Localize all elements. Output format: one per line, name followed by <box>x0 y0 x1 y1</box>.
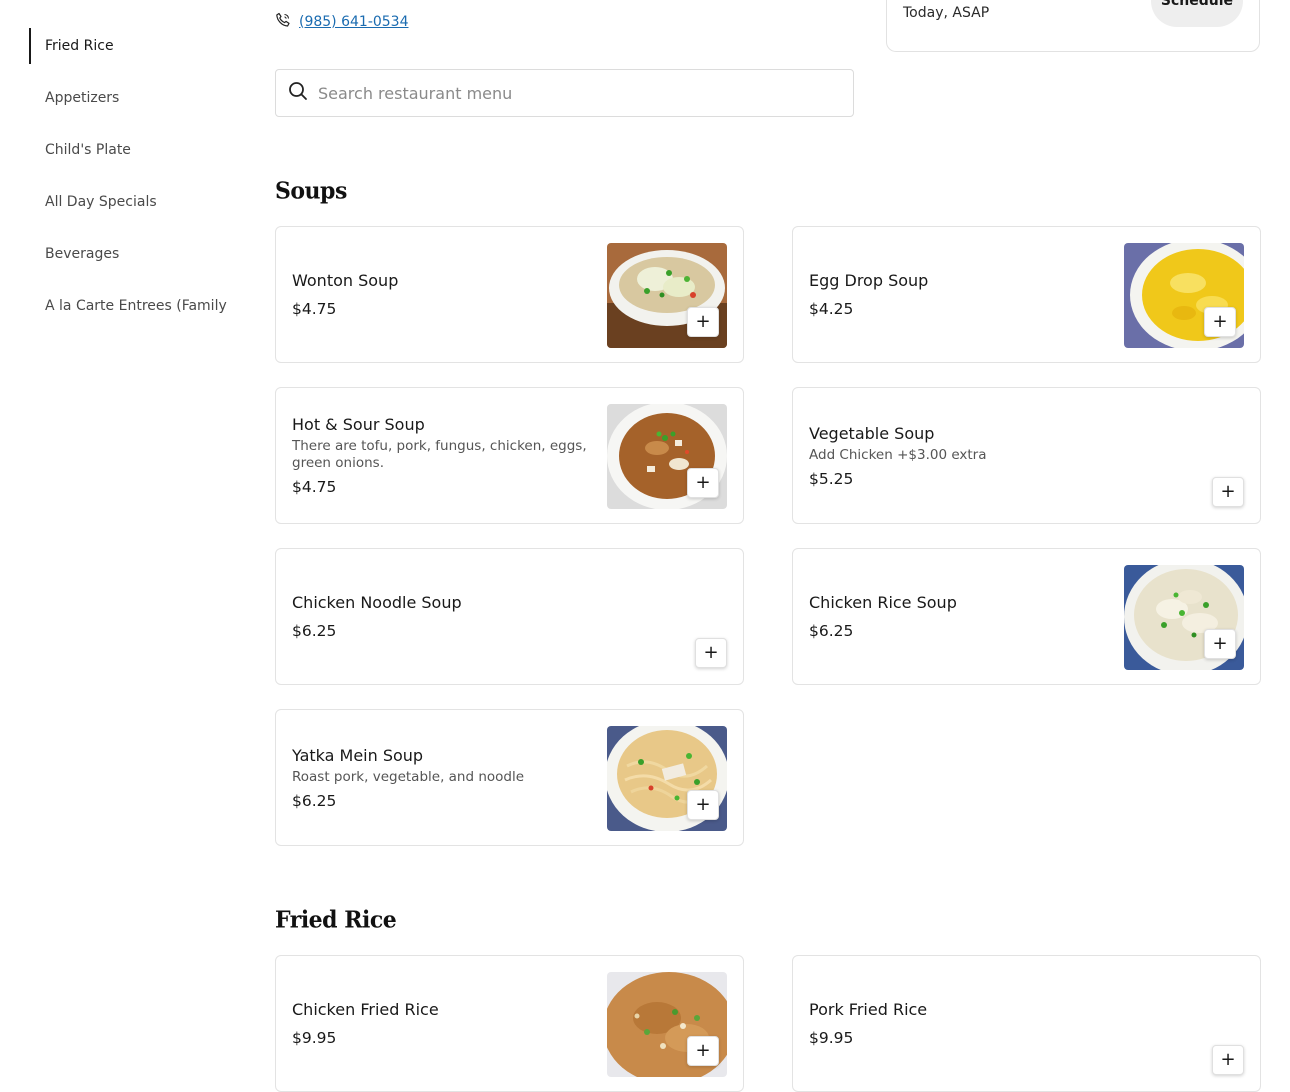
add-item-button[interactable]: + <box>687 1036 719 1066</box>
menu-item-name: Chicken Noodle Soup <box>292 593 462 612</box>
search-icon <box>276 81 318 105</box>
menu-item-name: Chicken Fried Rice <box>292 1000 439 1019</box>
sidebar-item-fried-rice[interactable]: Fried Rice <box>45 38 114 54</box>
menu-item-card[interactable]: Yatka Mein Soup Roast pork, vegetable, a… <box>275 709 744 846</box>
sidebar-item-beverages[interactable]: Beverages <box>45 246 119 262</box>
schedule-button[interactable]: Schedule <box>1151 0 1243 27</box>
menu-item-name: Egg Drop Soup <box>809 271 929 290</box>
menu-item-name: Pork Fried Rice <box>809 1000 928 1019</box>
menu-item-info: Wonton Soup $4.75 <box>292 227 592 362</box>
menu-item-description: Roast pork, vegetable, and noodle <box>292 768 525 785</box>
section-title-fried-rice: Fried Rice <box>275 905 397 935</box>
sidebar-item-childs-plate[interactable]: Child's Plate <box>45 142 131 158</box>
menu-item-card[interactable]: Wonton Soup $4.75 + <box>275 226 744 363</box>
menu-item-name: Chicken Rice Soup <box>809 593 957 612</box>
add-item-button[interactable]: + <box>687 790 719 820</box>
add-item-button[interactable]: + <box>687 468 719 498</box>
menu-item-price: $9.95 <box>292 1029 337 1047</box>
sidebar-item-a-la-carte-entrees[interactable]: A la Carte Entrees (Family <box>45 298 227 314</box>
menu-item-price: $4.75 <box>292 478 337 496</box>
menu-item-info: Yatka Mein Soup Roast pork, vegetable, a… <box>292 710 592 845</box>
menu-item-card[interactable]: Vegetable Soup Add Chicken +$3.00 extra … <box>792 387 1261 524</box>
menu-item-info: Egg Drop Soup $4.25 <box>809 227 1109 362</box>
menu-item-info: Chicken Noodle Soup $6.25 <box>292 549 592 684</box>
menu-item-info: Pork Fried Rice $9.95 <box>809 956 1109 1091</box>
add-item-button[interactable]: + <box>687 307 719 337</box>
add-item-button[interactable]: + <box>695 638 727 668</box>
restaurant-phone: (985) 641-0534 <box>275 12 409 32</box>
menu-item-card[interactable]: Egg Drop Soup $4.25 + <box>792 226 1261 363</box>
menu-item-card[interactable]: Chicken Noodle Soup $6.25 + <box>275 548 744 685</box>
category-sidebar: Fried Rice Appetizers Child's Plate All … <box>0 0 250 1091</box>
menu-item-card[interactable]: Chicken Fried Rice $9.95 + <box>275 955 744 1092</box>
menu-item-card[interactable]: Pork Fried Rice $9.95 + <box>792 955 1261 1092</box>
add-item-button[interactable]: + <box>1212 477 1244 507</box>
menu-item-info: Vegetable Soup Add Chicken +$3.00 extra … <box>809 388 1109 523</box>
search-input[interactable] <box>318 83 818 103</box>
menu-item-description: There are tofu, pork, fungus, chicken, e… <box>292 438 587 471</box>
menu-item-name: Wonton Soup <box>292 271 399 290</box>
menu-item-description: Add Chicken +$3.00 extra <box>809 446 987 463</box>
active-category-indicator <box>29 28 31 64</box>
menu-item-price: $9.95 <box>809 1029 854 1047</box>
add-item-button[interactable]: + <box>1204 629 1236 659</box>
add-item-button[interactable]: + <box>1212 1045 1244 1075</box>
menu-item-price: $4.75 <box>292 300 337 318</box>
phone-link[interactable]: (985) 641-0534 <box>299 14 409 30</box>
menu-item-card[interactable]: Chicken Rice Soup $6.25 + <box>792 548 1261 685</box>
menu-item-name: Hot & Sour Soup <box>292 415 425 434</box>
menu-item-name: Yatka Mein Soup <box>292 745 424 765</box>
phone-icon <box>275 12 291 32</box>
menu-item-info: Chicken Fried Rice $9.95 <box>292 956 592 1091</box>
add-item-button[interactable]: + <box>1204 307 1236 337</box>
menu-item-price: $5.25 <box>809 469 854 488</box>
menu-item-info: Chicken Rice Soup $6.25 <box>809 549 1109 684</box>
menu-item-price: $4.25 <box>809 300 854 318</box>
menu-item-price: $6.25 <box>292 791 337 810</box>
menu-item-card[interactable]: Hot & Sour Soup There are tofu, pork, fu… <box>275 387 744 524</box>
sidebar-item-all-day-specials[interactable]: All Day Specials <box>45 194 157 210</box>
delivery-schedule-card: Today, ASAP Schedule <box>886 0 1260 52</box>
menu-item-name: Vegetable Soup <box>809 423 935 443</box>
section-title-soups: Soups <box>275 176 347 206</box>
menu-item-info: Hot & Sour Soup There are tofu, pork, fu… <box>292 388 592 523</box>
schedule-time-label: Today, ASAP <box>903 5 990 21</box>
menu-search-box[interactable] <box>275 69 854 117</box>
menu-item-price: $6.25 <box>292 622 337 640</box>
sidebar-item-appetizers[interactable]: Appetizers <box>45 90 119 106</box>
menu-item-price: $6.25 <box>809 622 854 640</box>
